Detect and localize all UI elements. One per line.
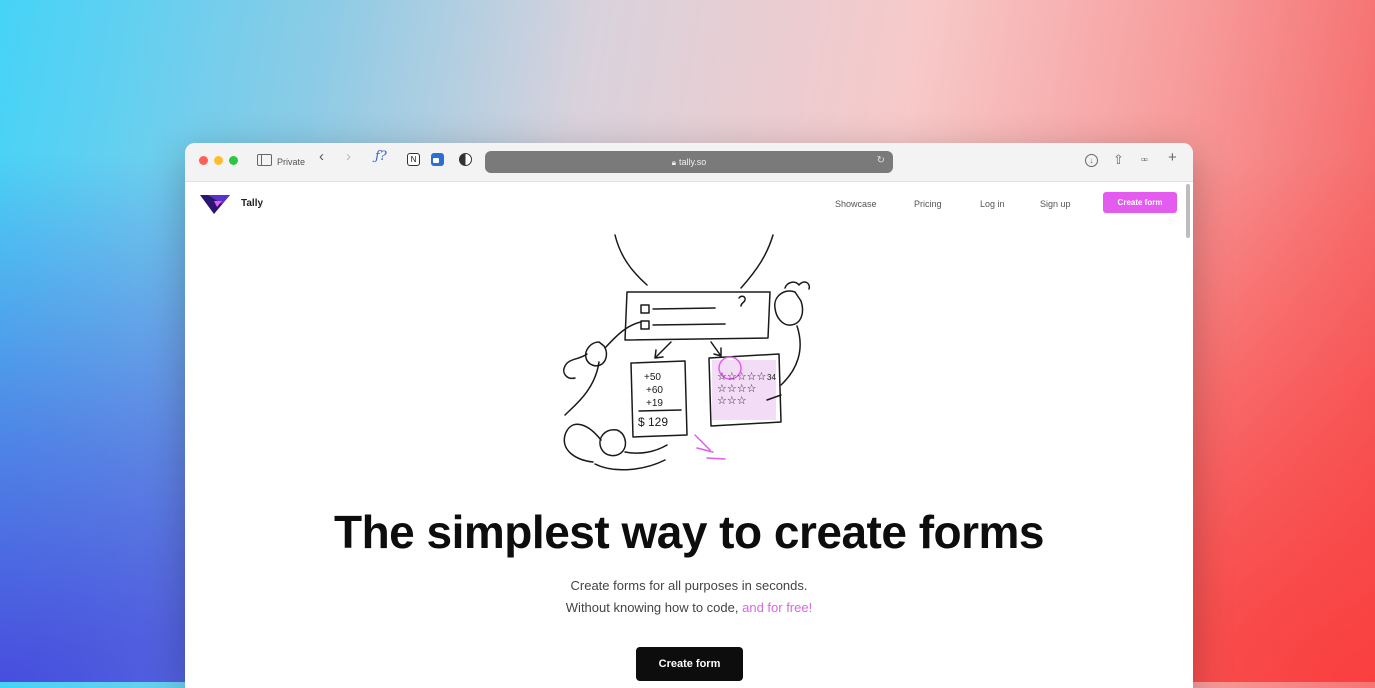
- header-create-form-button[interactable]: Create form: [1103, 192, 1177, 213]
- browser-toolbar: Private ‹ › ƒ? N 🔒︎ tally.so ↻ ↓ ⇧ ▫▫ +: [185, 143, 1193, 182]
- nav-login-link[interactable]: Log in: [980, 199, 1005, 209]
- form-card: [624, 291, 771, 341]
- stars-row-3: ☆☆☆: [717, 394, 747, 407]
- sum-divider: [638, 409, 682, 412]
- person-arm-bottom: [624, 444, 668, 454]
- spark-line-right: [740, 234, 774, 289]
- checkbox-icon: [640, 320, 650, 330]
- downloads-icon[interactable]: ↓: [1085, 154, 1098, 167]
- forward-button[interactable]: ›: [346, 149, 351, 164]
- person-head-bottom: [599, 429, 627, 457]
- person-hair-right: [784, 281, 811, 290]
- bitwarden-extension-icon[interactable]: [431, 153, 444, 166]
- rating-value: 34: [767, 373, 776, 382]
- fx-extension-icon[interactable]: ƒ?: [375, 150, 387, 164]
- person-body-left: [564, 361, 600, 416]
- lock-icon: 🔒︎: [671, 158, 676, 167]
- sum-line-1: +50: [644, 372, 661, 383]
- nav-pricing-link[interactable]: Pricing: [914, 199, 942, 209]
- person-arm-left: [604, 321, 642, 349]
- browser-window: Private ‹ › ƒ? N 🔒︎ tally.so ↻ ↓ ⇧ ▫▫ + T…: [185, 143, 1193, 688]
- person-hair-bottom: [563, 423, 602, 463]
- sidebar-toggle-icon[interactable]: [257, 154, 272, 166]
- reload-icon[interactable]: ↻: [877, 155, 885, 166]
- hero-headline: The simplest way to create forms: [333, 506, 1045, 558]
- cursor-sparkle-icon: [694, 434, 726, 460]
- person-body-bottom: [594, 459, 666, 471]
- private-label: Private: [277, 157, 306, 167]
- tab-overview-icon[interactable]: ▫▫: [1141, 154, 1148, 166]
- hero-subtitle-line-2: Without knowing how to code, and for fre…: [185, 600, 1193, 615]
- notion-extension-icon[interactable]: N: [407, 153, 420, 166]
- hero-subtitle-highlight: and for free!: [742, 600, 813, 615]
- hero-subtitle-line-1: Create forms for all purposes in seconds…: [570, 578, 808, 593]
- question-mark-icon: [738, 295, 746, 307]
- new-tab-icon[interactable]: +: [1168, 149, 1177, 166]
- share-icon[interactable]: ⇧: [1113, 152, 1124, 168]
- form-line: [652, 307, 716, 310]
- person-hair-left: [563, 353, 588, 380]
- close-window-button[interactable]: [199, 156, 208, 165]
- checkbox-icon: [640, 304, 650, 314]
- sum-line-3: +19: [646, 398, 663, 409]
- zoom-window-button[interactable]: [229, 156, 238, 165]
- person-head-right: [774, 290, 804, 326]
- arrow-icon: [654, 341, 672, 359]
- person-head-left: [584, 341, 608, 367]
- address-bar[interactable]: 🔒︎ tally.so ↻: [485, 151, 893, 173]
- web-page: Tally Showcase Pricing Log in Sign up Cr…: [185, 182, 1193, 688]
- tally-logo-icon[interactable]: [200, 193, 230, 215]
- hero-create-form-button[interactable]: Create form: [636, 647, 743, 681]
- scrollbar[interactable]: [1186, 184, 1190, 238]
- person-body-right: [780, 325, 801, 386]
- arrow-icon: [710, 341, 722, 357]
- minimize-window-button[interactable]: [214, 156, 223, 165]
- hero-subtitle-prefix: Without knowing how to code,: [565, 600, 743, 615]
- sum-total: $ 129: [638, 415, 668, 429]
- sum-line-2: +60: [646, 385, 663, 396]
- form-line: [652, 323, 726, 326]
- nav-signup-link[interactable]: Sign up: [1040, 199, 1071, 209]
- url-text: tally.so: [678, 157, 707, 167]
- spark-line-left: [614, 234, 648, 286]
- brand-name[interactable]: Tally: [241, 198, 263, 209]
- hero-illustration: +50 +60 +19 $ 129 ☆☆☆☆☆ ☆☆☆☆ ☆☆☆ 34: [563, 234, 811, 471]
- dark-mode-extension-icon[interactable]: [459, 153, 472, 166]
- back-button[interactable]: ‹: [319, 149, 324, 164]
- nav-showcase-link[interactable]: Showcase: [835, 199, 877, 209]
